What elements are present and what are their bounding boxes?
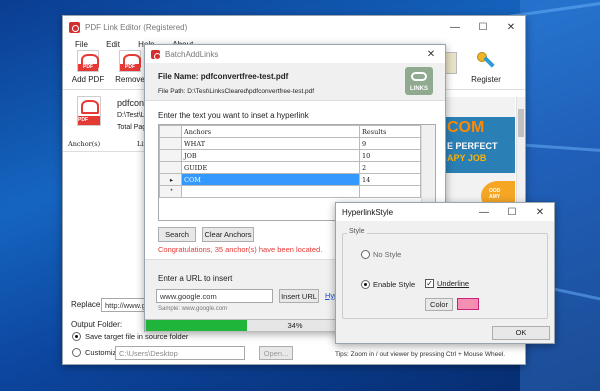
results-header: Results <box>359 125 421 138</box>
main-window-title: PDF Link Editor (Registered) <box>85 22 188 32</box>
color-swatch[interactable] <box>457 298 479 310</box>
preview-text-1: COM <box>447 119 485 136</box>
color-button[interactable]: Color <box>425 298 453 311</box>
row-header-corner <box>159 125 182 138</box>
url-input[interactable]: www.google.com <box>156 289 273 303</box>
add-pdf-icon: PDF <box>77 50 99 72</box>
menu-edit[interactable]: Edit <box>106 40 120 49</box>
batch-titlebar: BatchAddLinks <box>145 45 445 63</box>
enable-style-label: Enable Style <box>373 280 416 289</box>
hyperlink-style-dialog: HyperlinkStyle — ☐ ✕ Style No Style Enab… <box>335 202 555 344</box>
anchor-cell[interactable] <box>181 185 360 198</box>
remove-pdf-icon: PDF <box>119 50 141 72</box>
underline-label: Underline <box>437 279 470 288</box>
result-cell: 9 <box>359 137 421 150</box>
preview-text-3: APY JOB <box>447 153 487 163</box>
style-maximize-icon[interactable]: ☐ <box>498 203 526 221</box>
preview-badge-text-2: AMY <box>489 194 501 200</box>
anchors-header: Anchors <box>181 125 360 138</box>
register-label: Register <box>471 75 501 84</box>
current-row-marker: ▸ <box>159 173 182 186</box>
file-path-row: File Path: D:\Test\LinksCleared\pdfconve… <box>158 88 314 95</box>
search-button[interactable]: Search <box>158 227 196 242</box>
file-name-value: pdfconvertfree-test.pdf <box>200 72 289 81</box>
key-icon <box>475 50 497 72</box>
file-name-label: File Name: <box>158 72 199 81</box>
result-cell: 14 <box>359 173 421 186</box>
save-in-source-label: Save target file in source folder <box>85 332 189 341</box>
table-row[interactable]: JOB 10 <box>159 149 421 162</box>
add-pdf-label: Add PDF <box>71 75 105 84</box>
output-folder-label: Output Folder: <box>71 320 123 329</box>
anchor-cell[interactable]: WHAT <box>181 137 360 150</box>
remove-label: Remove <box>115 75 145 84</box>
file-info-panel: File Name: pdfconvertfree-test.pdf File … <box>145 63 445 101</box>
enable-style-radio[interactable] <box>361 280 370 289</box>
pdf-file-icon: PDF <box>77 96 101 126</box>
links-logo-text: LINKS <box>410 86 428 92</box>
batch-dialog-title: BatchAddLinks <box>165 49 219 59</box>
register-button[interactable]: Register <box>461 50 511 84</box>
preview-scrollbar-thumb[interactable] <box>518 109 524 137</box>
links-logo: LINKS <box>405 67 433 95</box>
tips-text: Tips: Zoom in / out viewer by pressing C… <box>335 351 506 358</box>
style-group-label: Style <box>347 228 367 235</box>
batch-close-icon[interactable]: ✕ <box>417 45 445 63</box>
ok-button[interactable]: OK <box>492 326 550 340</box>
close-icon[interactable]: ✕ <box>497 16 525 38</box>
status-message: Congratulations, 35 anchor(s) have been … <box>158 245 323 254</box>
preview-banner: COM E PERFECT APY JOB <box>443 117 515 173</box>
minimize-icon[interactable]: — <box>441 16 469 38</box>
style-group: Style No Style Enable Style ✓ Underline … <box>342 228 548 319</box>
customize-path-input[interactable]: C:\Users\Desktop <box>115 346 245 360</box>
menu-file[interactable]: File <box>75 40 88 49</box>
replace-label: Replace: <box>71 300 103 309</box>
batch-app-icon <box>151 49 161 60</box>
table-row-selected[interactable]: ▸ COM 14 <box>159 173 421 186</box>
anchor-cell[interactable]: JOB <box>181 149 360 162</box>
anchors-grid: Anchors Results WHAT 9 JOB 10 GUIDE 2 ▸ … <box>159 125 421 198</box>
result-cell <box>359 185 421 198</box>
chain-link-icon <box>411 72 427 81</box>
url-label: Enter a URL to insert <box>158 274 233 283</box>
style-minimize-icon[interactable]: — <box>470 203 498 221</box>
file-name-row: File Name: pdfconvertfree-test.pdf <box>158 72 288 81</box>
enter-text-label: Enter the text you want to inset a hyper… <box>158 111 309 120</box>
table-header-row: Anchors Results <box>159 125 421 138</box>
anchor-column-header: Anchor(s) <box>63 140 145 152</box>
table-row-new[interactable]: * <box>159 185 421 198</box>
table-row[interactable]: WHAT 9 <box>159 137 421 150</box>
no-style-radio[interactable] <box>361 250 370 259</box>
clear-anchors-button[interactable]: Clear Anchors <box>202 227 254 242</box>
save-in-source-radio[interactable] <box>72 332 81 341</box>
file-path-label: File Path: <box>158 88 186 95</box>
style-dialog-title: HyperlinkStyle <box>342 207 394 217</box>
style-close-icon[interactable]: ✕ <box>526 203 554 221</box>
result-cell: 2 <box>359 161 421 174</box>
app-icon <box>69 21 80 33</box>
url-sample-text: Sample: www.google.com <box>158 306 228 312</box>
file-item-total-pages: Total Pag <box>117 124 147 131</box>
table-row[interactable]: GUIDE 2 <box>159 161 421 174</box>
anchor-cell[interactable]: GUIDE <box>181 161 360 174</box>
maximize-icon[interactable]: ☐ <box>469 16 497 38</box>
no-style-label: No Style <box>373 250 402 259</box>
result-cell: 10 <box>359 149 421 162</box>
insert-url-button[interactable]: Insert URL <box>279 289 319 303</box>
replace-input[interactable]: http://www.goo <box>101 298 147 312</box>
customize-radio[interactable] <box>72 348 81 357</box>
new-row-marker: * <box>159 185 182 198</box>
open-button[interactable]: Open... <box>259 346 293 360</box>
anchor-cell[interactable]: COM <box>181 173 360 186</box>
file-path-value: D:\Test\LinksCleared\pdfconvertfree-test… <box>187 88 315 95</box>
underline-checkbox[interactable]: ✓ <box>425 279 434 288</box>
preview-text-2: E PERFECT <box>447 141 498 151</box>
